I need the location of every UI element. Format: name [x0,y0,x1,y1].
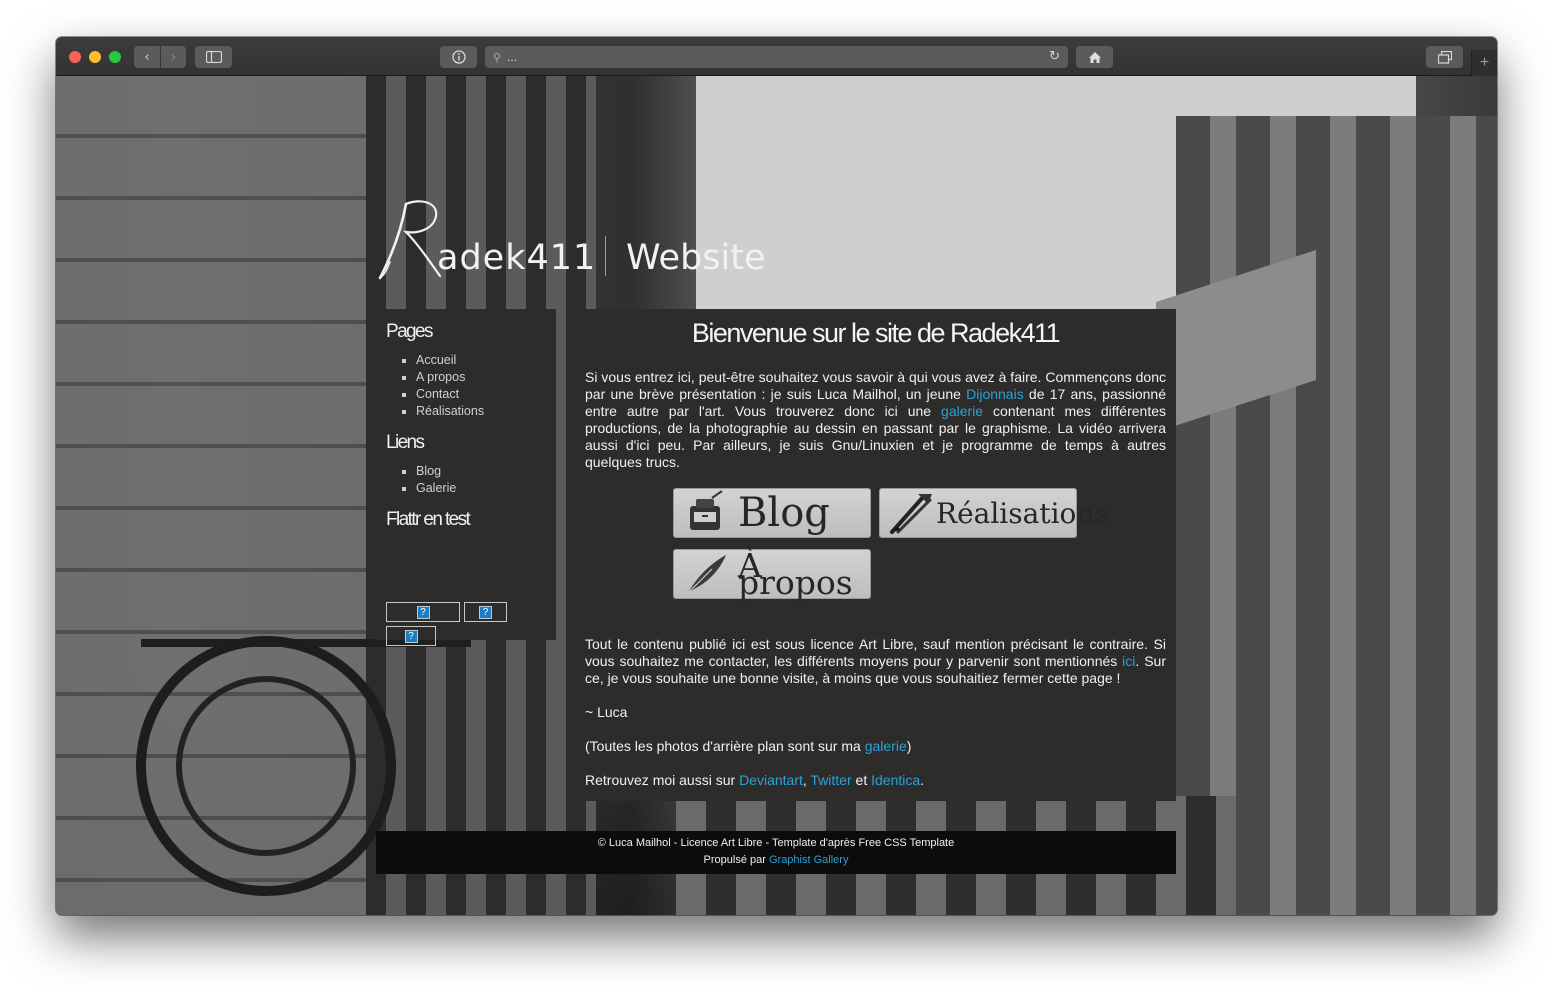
intro-paragraph: Si vous entrez ici, peut-être souhaitez … [585,369,1166,471]
chevron-right-icon: › [170,49,177,65]
section-buttons: Blog Réalisations À propos [585,488,1166,608]
contact-ici-link[interactable]: ici [1122,653,1135,669]
search-icon: ⚲ [493,51,502,64]
close-window-button[interactable] [69,51,81,63]
social-and: et [851,772,872,788]
address-bar[interactable]: ⚲ ... ↻ [485,46,1068,68]
tabs-icon [1437,50,1452,64]
logo-separator [605,236,606,276]
deviantart-link[interactable]: Deviantart [739,772,803,788]
info-icon [451,50,466,64]
logo-name: adek411 [437,238,597,278]
broken-image-icon: ? [416,605,430,619]
graphist-gallery-link[interactable]: Graphist Gallery [769,854,848,866]
sidebar-item-contact[interactable]: Contact [402,386,546,403]
sidebar-item-accueil[interactable]: Accueil [402,352,546,369]
browser-window: ‹ › ⚲ ... ↻ + adek411 Website Pages Accu… [56,37,1497,915]
social-end: . [920,772,925,788]
blog-button[interactable]: Blog [673,488,871,538]
main-content: Bienvenue sur le site de Radek411 Si vou… [575,309,1176,801]
logo-subtitle: Website [626,238,766,278]
photos-galerie-link[interactable]: galerie [865,738,907,754]
sidebar: Pages Accueil A propos Contact Réalisati… [376,309,556,646]
back-button[interactable]: ‹ [134,46,160,68]
new-tab-button[interactable]: + [1471,50,1497,76]
liens-heading: Liens [386,432,425,453]
broken-image-icon: ? [479,605,492,619]
liens-list: Blog Galerie [402,463,546,497]
footer-powered-text: Propulsé par [703,854,769,866]
forward-button[interactable]: › [161,46,186,68]
twitter-link[interactable]: Twitter [810,772,851,788]
show-tabs-button[interactable] [1426,46,1463,68]
inkwell-icon [690,490,723,530]
photos-paragraph: (Toutes les photos d'arrière plan sont s… [585,738,1166,755]
home-button[interactable] [1076,46,1113,68]
realisations-button-label: Réalisations [936,496,1109,530]
feather-quill-icon [687,555,726,594]
chevron-left-icon: ‹ [144,49,150,65]
sidebar-icon [205,51,222,63]
sidebar-item-realisations[interactable]: Réalisations [402,403,546,420]
footer-copyright: © Luca Mailhol - Licence Art Libre - Tem… [597,837,955,849]
flattr-widgets: ? ? ? [386,540,546,650]
flattr-heading: Flattr en test [386,509,471,530]
site-footer: © Luca Mailhol - Licence Art Libre - Tem… [376,831,1176,874]
dijonnais-link[interactable]: Dijonnais [966,386,1024,402]
licence-paragraph: Tout le contenu publié ici est sous lice… [585,636,1166,687]
licence-text: Tout le contenu publié ici est sous lice… [585,636,1166,669]
site-info-button[interactable] [440,46,477,68]
signature: ~ Luca [585,704,628,720]
flattr-button[interactable]: ? [464,602,507,622]
sidebar-item-galerie[interactable]: Galerie [402,480,546,497]
pages-list: Accueil A propos Contact Réalisations [402,352,546,420]
flattr-button[interactable]: ? [386,626,436,646]
logo-r-glyph [378,200,442,280]
apropos-button-label: À propos [738,546,853,602]
reload-icon[interactable]: ↻ [1049,49,1060,64]
identica-link[interactable]: Identica [871,772,920,788]
sidebar-toggle-button[interactable] [195,46,232,68]
minimize-window-button[interactable] [89,51,101,63]
page-title: Bienvenue sur le site de Radek411 [691,318,1061,348]
apropos-button[interactable]: À propos [673,549,871,599]
footer-powered: Propulsé par Graphist Gallery [376,852,1176,869]
blog-button-label: Blog [738,489,830,536]
flattr-button[interactable]: ? [386,602,460,622]
photos-text: (Toutes les photos d'arrière plan sont s… [585,738,865,754]
background-sign-inner-ring [176,676,356,856]
social-text: Retrouvez moi aussi sur [585,772,740,788]
page-viewport: adek411 Website Pages Accueil A propos C… [56,76,1497,915]
sidebar-item-blog[interactable]: Blog [402,463,546,480]
browser-toolbar: ‹ › ⚲ ... ↻ + [56,37,1497,76]
plus-icon: + [1479,54,1490,71]
site-logo[interactable]: adek411 Website [376,196,796,286]
galerie-link[interactable]: galerie [941,403,983,419]
brushes-icon [890,494,932,534]
photos-text: ) [906,738,912,754]
pages-heading: Pages [386,321,433,342]
home-icon [1088,51,1101,63]
sidebar-item-apropos[interactable]: A propos [402,369,546,386]
realisations-button[interactable]: Réalisations [879,488,1109,538]
maximize-window-button[interactable] [109,51,121,63]
social-paragraph: Retrouvez moi aussi sur Deviantart, Twit… [585,772,1166,789]
broken-image-icon: ? [404,629,418,643]
address-text: ... [507,50,518,64]
